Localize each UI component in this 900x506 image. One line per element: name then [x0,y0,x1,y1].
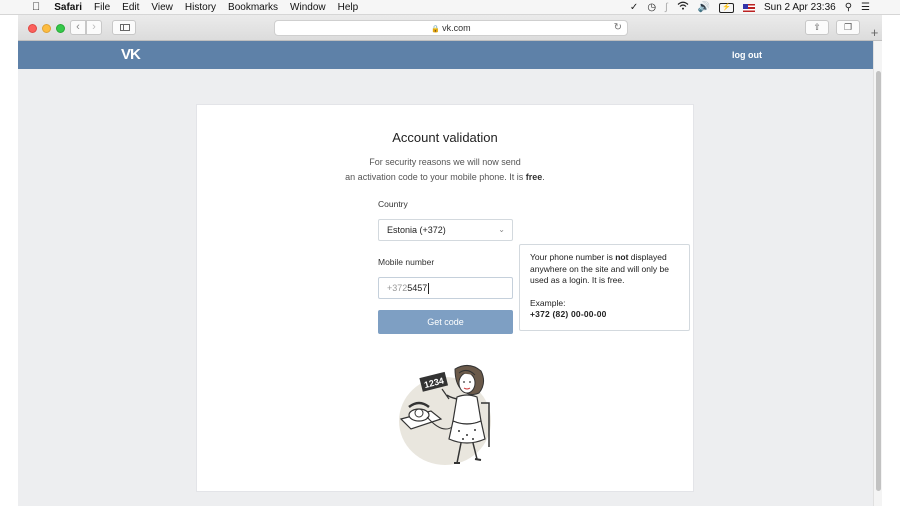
url-text: vk.com [442,23,471,33]
validation-card: Account validation For security reasons … [196,104,694,492]
back-icon[interactable]: ‹ [70,20,86,35]
page-scrollbar[interactable] [873,41,882,506]
note-free: free [525,172,543,182]
bluetooth-icon[interactable]: ∫ [665,1,668,14]
mobile-value: 5457 [407,283,428,293]
apple-menu-icon[interactable]:  [32,1,40,14]
browser-toolbar: ‹ › 🔒 vk.com ↻ ⇧ ❐ [18,15,882,41]
mobile-number-input[interactable]: +3725457 [378,277,513,299]
menu-view[interactable]: View [151,1,173,14]
get-code-button[interactable]: Get code [378,310,513,334]
notification-center-icon[interactable]: ☰ [861,1,870,14]
close-window-button[interactable] [28,24,37,33]
tooltip-part-1: Your phone number is [530,252,616,262]
menu-app-safari[interactable]: Safari [54,1,82,14]
note-text: an activation code to your mobile phone.… [345,172,526,182]
security-note: For security reasons we will now send an… [197,155,693,185]
battery-icon[interactable]: ⚡ [719,2,734,13]
page-title: Account validation [392,130,498,145]
security-note-line-1: For security reasons we will now send [369,157,521,167]
example-label: Example: [530,297,566,308]
menu-bookmarks[interactable]: Bookmarks [228,1,278,14]
text-caret [428,283,430,295]
tooltip-bold: not [615,252,629,262]
minimize-window-button[interactable] [42,24,51,33]
country-select[interactable]: Estonia (+372) ⌄ [378,219,513,241]
logout-link[interactable]: log out [732,50,762,60]
forward-icon[interactable]: › [86,20,102,35]
input-source-flag-icon[interactable] [742,3,755,12]
clock[interactable]: Sun 2 Apr 23:36 [764,1,836,14]
country-value: Estonia (+372) [387,225,446,235]
vk-logo[interactable]: VK [121,46,141,63]
reload-icon[interactable]: ↻ [614,21,622,35]
spotlight-search-icon[interactable]: ⚲ [845,1,852,14]
phone-info-tooltip: Your phone number is not displayed anywh… [519,244,690,331]
mobile-label: Mobile number [378,257,435,267]
new-tab-icon[interactable]: + [867,26,882,40]
lock-icon: 🔒 [431,26,441,33]
note-period: . [542,172,545,182]
site-header: VK log out [18,41,873,69]
sidebar-icon[interactable] [112,20,136,35]
volume-icon[interactable]: 🔊 [698,1,710,14]
tabs-icon[interactable]: ❐ [836,20,860,35]
menu-history[interactable]: History [185,1,216,14]
chevron-down-icon: ⌄ [498,225,505,234]
menu-file[interactable]: File [94,1,110,14]
wifi-icon[interactable] [677,1,689,14]
phone-girl-illustration: 1234 [399,365,491,465]
mobile-prefix: +372 [387,283,408,293]
address-bar[interactable]: 🔒 vk.com ↻ [274,20,628,36]
menu-help[interactable]: Help [338,1,359,14]
time-machine-icon[interactable]: ◷ [647,1,656,14]
scrollbar-thumb[interactable] [876,71,881,491]
security-note-line-2: an activation code to your mobile phone.… [197,170,693,185]
zoom-window-button[interactable] [56,24,65,33]
share-icon[interactable]: ⇧ [805,20,829,35]
window-edge [882,15,900,506]
tooltip-text: Your phone number is not displayed anywh… [530,252,679,287]
example-number: +372 (82) 00-00-00 [530,309,607,319]
menu-edit[interactable]: Edit [122,1,139,14]
status-check-icon[interactable]: ✓ [630,1,638,14]
country-label: Country [378,199,408,209]
macos-menubar:  Safari File Edit View History Bookmark… [0,0,900,15]
menu-window[interactable]: Window [290,1,326,14]
